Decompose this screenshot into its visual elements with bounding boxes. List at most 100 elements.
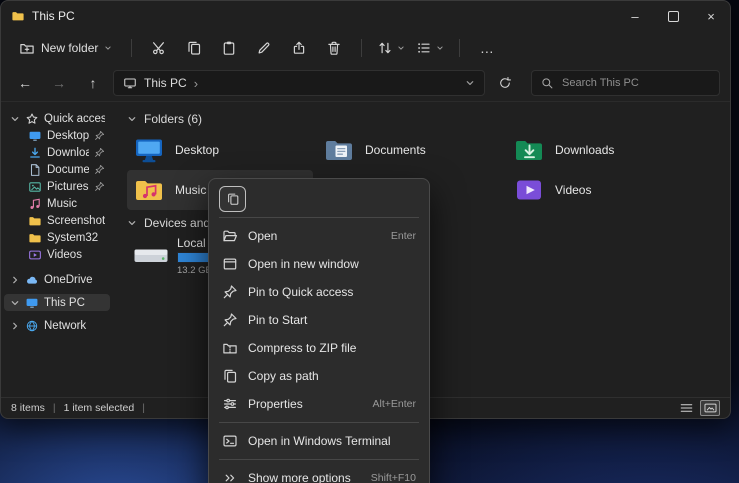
- close-button[interactable]: ×: [692, 1, 730, 31]
- breadcrumb-location[interactable]: This PC: [144, 76, 187, 90]
- folder-tile-label: Documents: [365, 143, 426, 157]
- folder-tile-desktop[interactable]: Desktop: [127, 130, 313, 170]
- network-icon: [25, 319, 39, 333]
- hard-drive-icon: [133, 241, 169, 271]
- address-bar[interactable]: This PC ›: [113, 70, 485, 96]
- more-options-button[interactable]: …: [471, 34, 503, 62]
- delete-button[interactable]: [318, 34, 350, 62]
- downloads-folder-icon: [513, 134, 545, 166]
- chevron-down-icon: [397, 44, 405, 52]
- music-icon: [28, 197, 42, 211]
- details-view-button[interactable]: [676, 400, 696, 416]
- show-more-icon: [222, 470, 238, 483]
- pin-icon: [222, 312, 238, 328]
- sidebar-item-label: Downloads: [47, 147, 89, 159]
- delete-icon: [326, 40, 342, 56]
- menu-item-pin-quick-access[interactable]: Pin to Quick access: [214, 278, 424, 306]
- toolbar-separator: [361, 39, 362, 57]
- refresh-button[interactable]: [491, 69, 519, 97]
- menu-item-show-more-options[interactable]: Show more options Shift+F10: [214, 464, 424, 483]
- sidebar-item-desktop[interactable]: Desktop: [4, 127, 110, 144]
- menu-item-label: Compress to ZIP file: [248, 341, 356, 355]
- menu-item-open-windows-terminal[interactable]: Open in Windows Terminal: [214, 427, 424, 455]
- properties-icon: [222, 396, 238, 412]
- menu-item-label: Show more options: [248, 471, 351, 483]
- folder-tile-label: Music: [175, 183, 206, 197]
- folder-tile-label: Desktop: [175, 143, 219, 157]
- sort-button[interactable]: [373, 34, 409, 62]
- sidebar-item-label: Network: [44, 320, 105, 332]
- title-bar[interactable]: This PC – ×: [1, 1, 730, 31]
- menu-separator: [219, 217, 419, 218]
- quick-access-icon: [25, 112, 39, 126]
- cut-button[interactable]: [143, 34, 175, 62]
- pin-icon: [94, 164, 105, 175]
- rename-icon: [256, 40, 272, 56]
- menu-item-open-new-window[interactable]: Open in new window: [214, 250, 424, 278]
- sidebar-item-pictures[interactable]: Pictures: [4, 178, 110, 195]
- sidebar-item-network[interactable]: Network: [4, 317, 110, 334]
- explorer-app-icon: [11, 9, 25, 23]
- new-window-icon: [222, 256, 238, 272]
- minimize-icon: –: [631, 9, 638, 24]
- new-folder-button[interactable]: New folder: [11, 34, 120, 62]
- menu-item-shortcut: Enter: [391, 230, 416, 242]
- folder-tile-downloads[interactable]: Downloads: [507, 130, 693, 170]
- folders-section-header[interactable]: Folders (6): [127, 110, 730, 128]
- menu-item-shortcut: Shift+F10: [371, 472, 416, 483]
- folder-tile-videos[interactable]: Videos: [507, 170, 693, 210]
- copy-button[interactable]: [219, 186, 246, 212]
- sidebar-item-label: Documents: [47, 164, 89, 176]
- rename-button[interactable]: [248, 34, 280, 62]
- documents-icon: [28, 163, 42, 177]
- address-dropdown-icon[interactable]: [465, 78, 475, 88]
- sidebar-item-this-pc[interactable]: This PC: [4, 294, 110, 311]
- navigation-pane: Quick access Desktop Downloads Documents: [1, 102, 113, 397]
- forward-icon: →: [52, 75, 66, 91]
- folder-tile-documents[interactable]: Documents: [317, 130, 503, 170]
- copy-icon: [226, 192, 240, 206]
- search-input[interactable]: [560, 76, 711, 90]
- maximize-icon: [668, 11, 679, 22]
- window-title: This PC: [32, 9, 75, 23]
- copy-button[interactable]: [178, 34, 210, 62]
- forward-button[interactable]: →: [45, 69, 73, 97]
- menu-item-pin-start[interactable]: Pin to Start: [214, 306, 424, 334]
- downloads-icon: [28, 146, 42, 160]
- sidebar-item-music[interactable]: Music: [4, 195, 110, 212]
- sidebar-item-screenshots[interactable]: Screenshots: [4, 212, 110, 229]
- view-button[interactable]: [412, 34, 448, 62]
- chevron-right-icon: [10, 275, 20, 285]
- close-icon: ×: [707, 9, 715, 24]
- folder-icon: [28, 214, 42, 228]
- menu-item-properties[interactable]: Properties Alt+Enter: [214, 390, 424, 418]
- minimize-button[interactable]: –: [616, 1, 654, 31]
- sidebar-item-documents[interactable]: Documents: [4, 161, 110, 178]
- sidebar-item-downloads[interactable]: Downloads: [4, 144, 110, 161]
- menu-item-label: Properties: [248, 397, 303, 411]
- maximize-button[interactable]: [654, 1, 692, 31]
- menu-item-compress-zip[interactable]: Compress to ZIP file: [214, 334, 424, 362]
- menu-item-label: Open in Windows Terminal: [248, 434, 391, 448]
- toolbar-separator: [131, 39, 132, 57]
- sidebar-item-label: Quick access: [44, 113, 105, 125]
- menu-item-open[interactable]: Open Enter: [214, 222, 424, 250]
- chevron-down-icon: [436, 44, 444, 52]
- up-button[interactable]: ↑: [79, 69, 107, 97]
- status-divider: |: [53, 402, 56, 414]
- this-pc-icon: [123, 76, 137, 90]
- up-icon: ↑: [90, 75, 97, 91]
- sidebar-item-videos[interactable]: Videos: [4, 246, 110, 263]
- sidebar-item-onedrive[interactable]: OneDrive: [4, 271, 110, 288]
- back-button[interactable]: ←: [11, 69, 39, 97]
- pictures-icon: [28, 180, 42, 194]
- share-button[interactable]: [283, 34, 315, 62]
- details-view-icon: [680, 403, 693, 413]
- pin-icon: [94, 181, 105, 192]
- thumbnail-view-button[interactable]: [700, 400, 720, 416]
- menu-item-copy-as-path[interactable]: Copy as path: [214, 362, 424, 390]
- paste-button[interactable]: [213, 34, 245, 62]
- sidebar-item-quick-access[interactable]: Quick access: [4, 110, 110, 127]
- sidebar-item-label: Music: [47, 198, 105, 210]
- sidebar-item-system32[interactable]: System32: [4, 229, 110, 246]
